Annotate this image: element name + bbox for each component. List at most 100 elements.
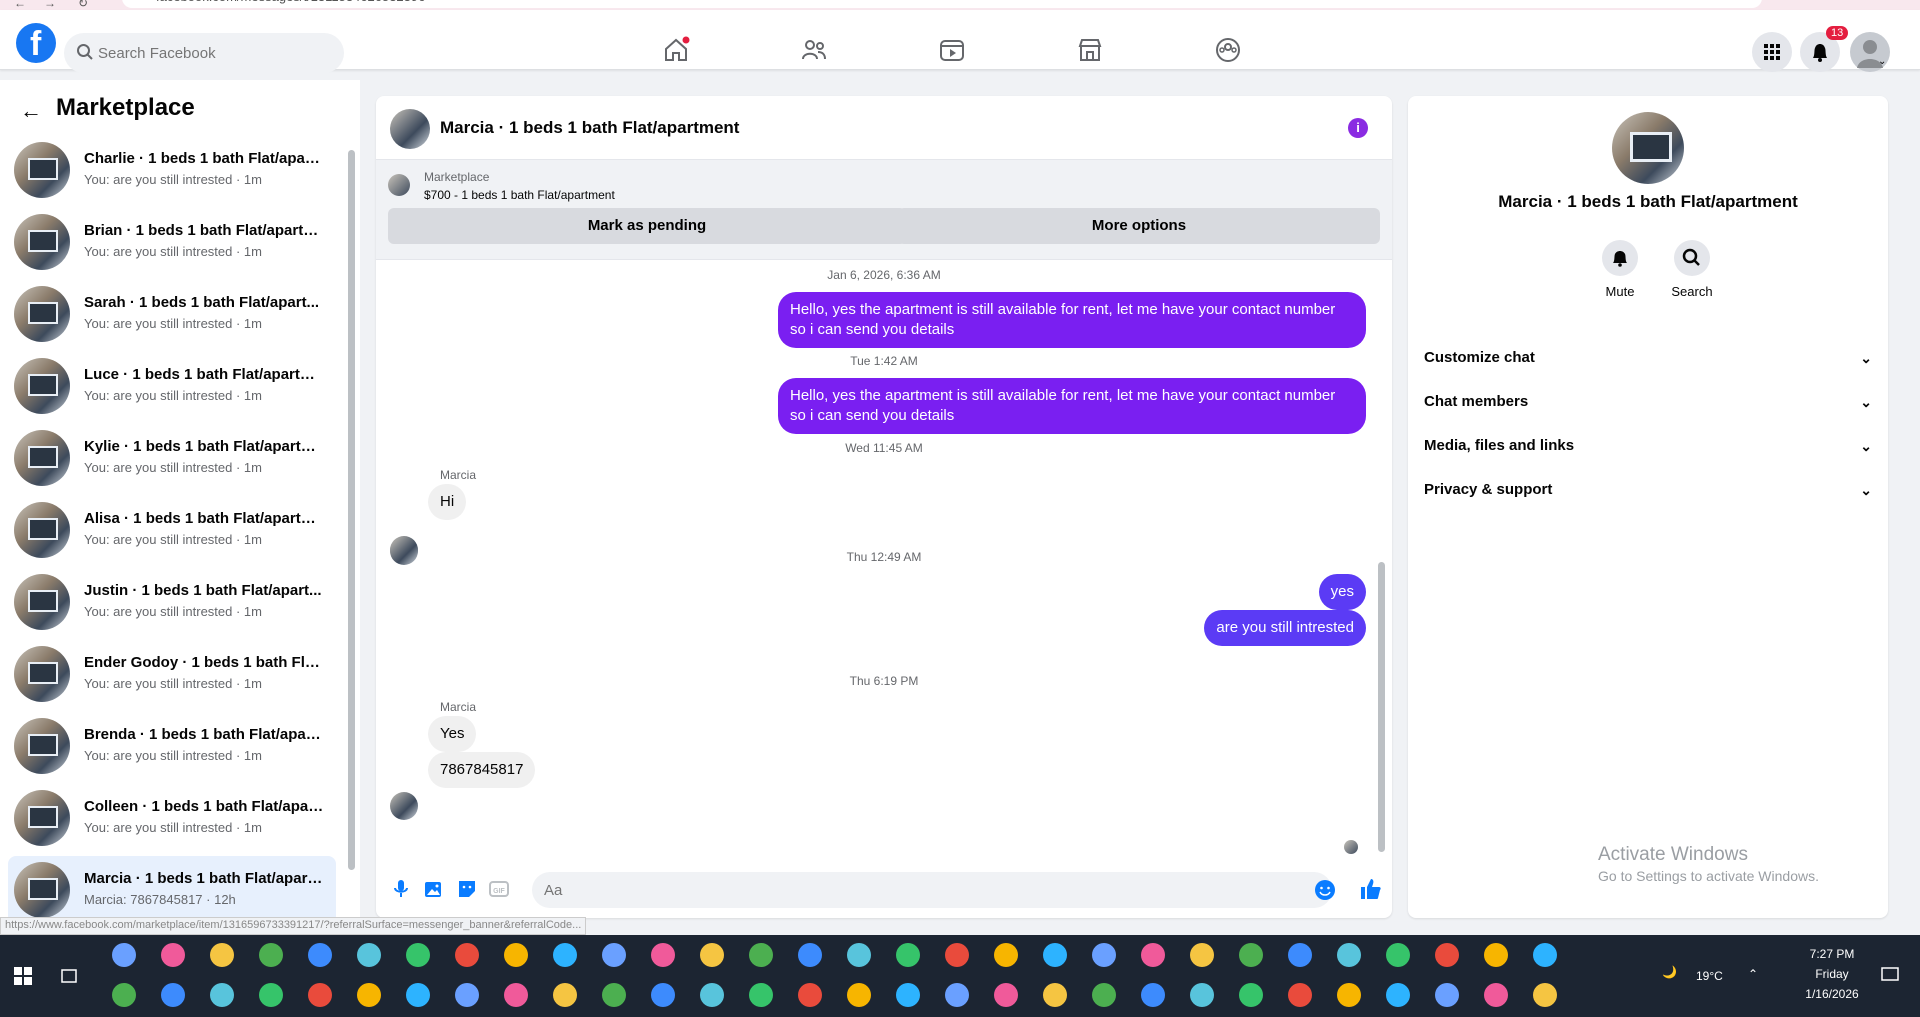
taskbar-app-icon[interactable] — [602, 983, 626, 1007]
taskbar-app-icon[interactable] — [994, 943, 1018, 967]
taskbar-app-icon[interactable] — [1337, 943, 1361, 967]
taskbar-app-icon[interactable] — [210, 943, 234, 967]
taskbar-app-icon[interactable] — [847, 983, 871, 1007]
taskbar-app-icon[interactable] — [1288, 983, 1312, 1007]
sticker-icon[interactable] — [456, 878, 478, 900]
taskbar-app-icon[interactable] — [553, 943, 577, 967]
taskbar-app-icon[interactable] — [994, 983, 1018, 1007]
back-arrow-icon[interactable]: ← — [20, 98, 42, 124]
taskbar-app-icon[interactable] — [1533, 983, 1557, 1007]
search-input[interactable] — [98, 33, 338, 73]
contact-avatar[interactable] — [1612, 112, 1684, 184]
taskbar-app-icon[interactable] — [896, 943, 920, 967]
conversation-item[interactable]: Colleen · 1 beds 1 bath Flat/apar... You:… — [8, 784, 336, 852]
taskbar-app-icon[interactable] — [1435, 983, 1459, 1007]
listing-price[interactable]: $700 - 1 beds 1 bath Flat/apartment — [424, 188, 615, 202]
taskbar-app-icon[interactable] — [1337, 983, 1361, 1007]
outgoing-message[interactable]: are you still intrested — [1204, 610, 1366, 646]
photo-icon[interactable] — [422, 878, 444, 900]
chat-title[interactable]: Marcia · 1 beds 1 bath Flat/apartment — [440, 118, 739, 138]
taskbar-app-icon[interactable] — [406, 943, 430, 967]
temperature[interactable]: 19°C — [1696, 969, 1723, 983]
media-files-links-row[interactable]: Media, files and links ⌄ — [1424, 424, 1872, 468]
outgoing-message[interactable]: Hello, yes the apartment is still availa… — [778, 378, 1366, 434]
taskbar-app-icon[interactable] — [259, 943, 283, 967]
taskbar-app-icon[interactable] — [749, 943, 773, 967]
address-bar[interactable]: facebook.com/messages/t/1311534626532396 — [122, 0, 1762, 8]
emoji-icon[interactable] — [1314, 879, 1336, 901]
taskbar-app-icon[interactable] — [1239, 983, 1263, 1007]
sidebar-scrollbar[interactable] — [348, 142, 356, 870]
clock-date[interactable]: 1/16/2026 — [1802, 987, 1862, 1001]
conversation-item[interactable]: Ender Godoy · 1 beds 1 bath Flat... You: … — [8, 640, 336, 708]
task-view-icon[interactable] — [60, 967, 78, 985]
weather-icon[interactable]: 🌙 — [1662, 965, 1677, 979]
taskbar-app-icon[interactable] — [651, 983, 675, 1007]
microphone-icon[interactable] — [390, 878, 412, 900]
taskbar-app-icon[interactable] — [798, 983, 822, 1007]
taskbar-app-icon[interactable] — [1190, 983, 1214, 1007]
outgoing-message[interactable]: yes — [1318, 574, 1366, 610]
customize-chat-row[interactable]: Customize chat ⌄ — [1424, 336, 1872, 380]
taskbar-app-icon[interactable] — [455, 983, 479, 1007]
taskbar-app-icon[interactable] — [1386, 983, 1410, 1007]
windows-start-icon[interactable] — [14, 967, 32, 985]
message-input-field[interactable] — [532, 872, 1332, 908]
privacy-support-row[interactable]: Privacy & support ⌄ — [1424, 468, 1872, 512]
taskbar-app-icon[interactable] — [504, 943, 528, 967]
taskbar-app-icon[interactable] — [112, 943, 136, 967]
conversation-item[interactable]: Brian · 1 beds 1 bath Flat/apartm... You:… — [8, 208, 336, 276]
taskbar-app-icon[interactable] — [1533, 943, 1557, 967]
conversation-item[interactable]: Charlie · 1 beds 1 bath Flat/apart... You… — [8, 136, 336, 204]
notification-center-icon[interactable] — [1880, 965, 1900, 985]
taskbar-app-icon[interactable] — [210, 983, 234, 1007]
taskbar-app-icon[interactable] — [1092, 983, 1116, 1007]
taskbar-app-icon[interactable] — [700, 983, 724, 1007]
taskbar-app-icon[interactable] — [161, 983, 185, 1007]
facebook-logo-icon[interactable]: f — [16, 23, 56, 63]
search-in-chat-button[interactable]: Search — [1662, 240, 1722, 299]
chevron-down-icon[interactable]: ⌄ — [1878, 56, 1886, 67]
taskbar-app-icon[interactable] — [1141, 943, 1165, 967]
taskbar-app-icon[interactable] — [112, 983, 136, 1007]
conversation-item[interactable]: Alisa · 1 beds 1 bath Flat/apartm... You:… — [8, 496, 336, 564]
menu-grid-button[interactable] — [1752, 32, 1792, 72]
reload-icon[interactable]: ↻ — [78, 0, 88, 10]
incoming-message[interactable]: Yes — [428, 716, 477, 752]
mute-button[interactable]: Mute — [1590, 240, 1650, 299]
taskbar-app-icon[interactable] — [259, 983, 283, 1007]
taskbar-app-icon[interactable] — [798, 943, 822, 967]
mark-as-pending-button[interactable]: Mark as pending — [388, 208, 906, 244]
taskbar-app-icon[interactable] — [1239, 943, 1263, 967]
sender-avatar[interactable] — [390, 792, 418, 820]
taskbar-app-icon[interactable] — [455, 943, 479, 967]
taskbar-app-icon[interactable] — [357, 943, 381, 967]
taskbar-app-icon[interactable] — [161, 943, 185, 967]
search-box[interactable] — [64, 33, 344, 73]
conversation-item[interactable]: Justin · 1 beds 1 bath Flat/apart... You:… — [8, 568, 336, 636]
taskbar-app-icon[interactable] — [945, 983, 969, 1007]
sender-avatar[interactable] — [390, 537, 418, 565]
chat-members-row[interactable]: Chat members ⌄ — [1424, 380, 1872, 424]
taskbar-app-icon[interactable] — [357, 983, 381, 1007]
taskbar-app-icon[interactable] — [945, 943, 969, 967]
chevron-up-icon[interactable]: ⌃ — [1748, 967, 1758, 981]
conversation-item[interactable]: Sarah · 1 beds 1 bath Flat/apart... You: … — [8, 280, 336, 348]
video-icon[interactable] — [938, 36, 966, 64]
taskbar-app-icon[interactable] — [602, 943, 626, 967]
taskbar-app-icon[interactable] — [749, 983, 773, 1007]
listing-thumbnail[interactable] — [388, 174, 410, 196]
conversation-item[interactable]: Kylie · 1 beds 1 bath Flat/apartm... You:… — [8, 424, 336, 492]
taskbar-app-icon[interactable] — [896, 983, 920, 1007]
taskbar-app-icon[interactable] — [406, 983, 430, 1007]
taskbar-app-icon[interactable] — [1141, 983, 1165, 1007]
conversation-item[interactable]: Brenda · 1 beds 1 bath Flat/apart... You:… — [8, 712, 336, 780]
incoming-message[interactable]: 7867845817 — [428, 752, 536, 788]
taskbar-app-icon[interactable] — [504, 983, 528, 1007]
more-options-button[interactable]: More options — [898, 208, 1380, 244]
taskbar-app-icon[interactable] — [847, 943, 871, 967]
chat-avatar[interactable] — [390, 109, 430, 149]
incoming-message[interactable]: Hi — [428, 484, 467, 520]
taskbar-app-icon[interactable] — [308, 943, 332, 967]
taskbar-app-icon[interactable] — [1092, 943, 1116, 967]
